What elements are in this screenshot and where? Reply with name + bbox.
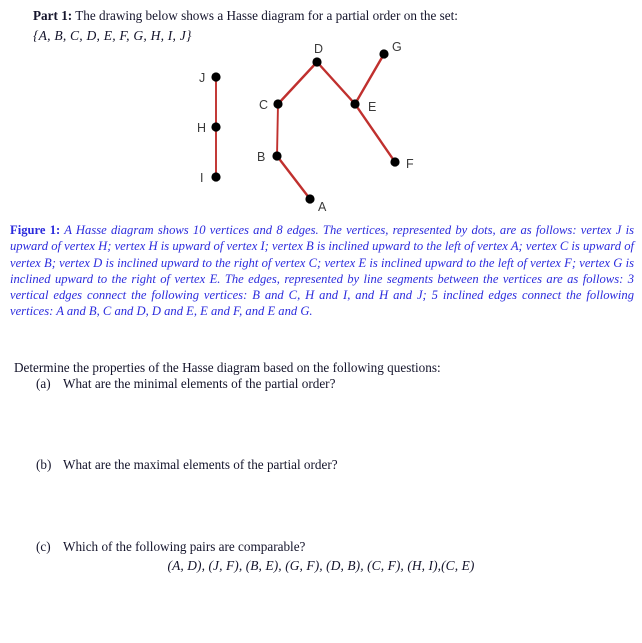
edge-d-e xyxy=(315,60,357,106)
document-page: Part 1: The drawing below shows a Hasse … xyxy=(0,0,642,643)
vertex-label-j: J xyxy=(199,71,205,85)
edge-layer xyxy=(215,52,397,201)
vertex-label-b: B xyxy=(257,150,265,164)
vertex-label-e: E xyxy=(368,100,376,114)
edge-c-d xyxy=(276,60,319,106)
comparable-pairs-list: (A, D), (J, F), (B, E), (G, F), (D, B), … xyxy=(167,558,475,573)
vertex-e xyxy=(350,99,360,109)
part-1-line: Part 1: The drawing below shows a Hasse … xyxy=(33,6,613,25)
question-b-marker: (b) xyxy=(36,457,52,472)
vertex-label-a: A xyxy=(318,200,327,214)
vertex-label-i: I xyxy=(200,171,203,185)
question-c-marker: (c) xyxy=(36,539,51,554)
question-a-text: What are the minimal elements of the par… xyxy=(63,376,336,391)
vertex-c xyxy=(273,99,283,109)
part-1-label: Part 1: xyxy=(33,8,73,23)
vertex-d xyxy=(312,57,322,67)
hasse-diagram-svg: J H I D G C E B A F xyxy=(197,40,414,214)
vertex-g xyxy=(379,49,389,59)
vertex-label-d: D xyxy=(314,42,323,56)
vertex-a xyxy=(305,194,315,204)
edge-a-b xyxy=(275,154,312,201)
vertex-f xyxy=(390,157,400,167)
figure-number: Figure 1: xyxy=(10,223,61,237)
vertex-label-c: C xyxy=(259,98,268,112)
question-c: (c) Which of the following pairs are com… xyxy=(36,537,616,556)
question-a: (a) What are the minimal elements of the… xyxy=(36,374,616,393)
question-a-marker: (a) xyxy=(36,376,51,391)
question-c-text: Which of the following pairs are compara… xyxy=(63,539,306,554)
edge-b-c xyxy=(276,103,279,157)
vertex-j xyxy=(211,72,221,82)
part-1-text: The drawing below shows a Hasse diagram … xyxy=(75,8,458,23)
vertex-label-layer: J H I D G C E B A F xyxy=(197,40,414,214)
vertex-label-g: G xyxy=(392,40,402,54)
vertex-label-f: F xyxy=(406,157,414,171)
vertex-label-h: H xyxy=(197,121,206,135)
vertex-b xyxy=(272,151,282,161)
figure-caption: Figure 1: A Hasse diagram shows 10 verti… xyxy=(10,222,634,320)
figure-caption-text: A Hasse diagram shows 10 vertices and 8 … xyxy=(10,223,635,319)
edge-e-g xyxy=(353,52,386,106)
hasse-diagram-figure: J H I D G C E B A F xyxy=(0,40,642,220)
vertex-i xyxy=(211,172,221,182)
question-b: (b) What are the maximal elements of the… xyxy=(36,455,616,474)
question-b-text: What are the maximal elements of the par… xyxy=(63,457,338,472)
vertex-h xyxy=(211,122,221,132)
